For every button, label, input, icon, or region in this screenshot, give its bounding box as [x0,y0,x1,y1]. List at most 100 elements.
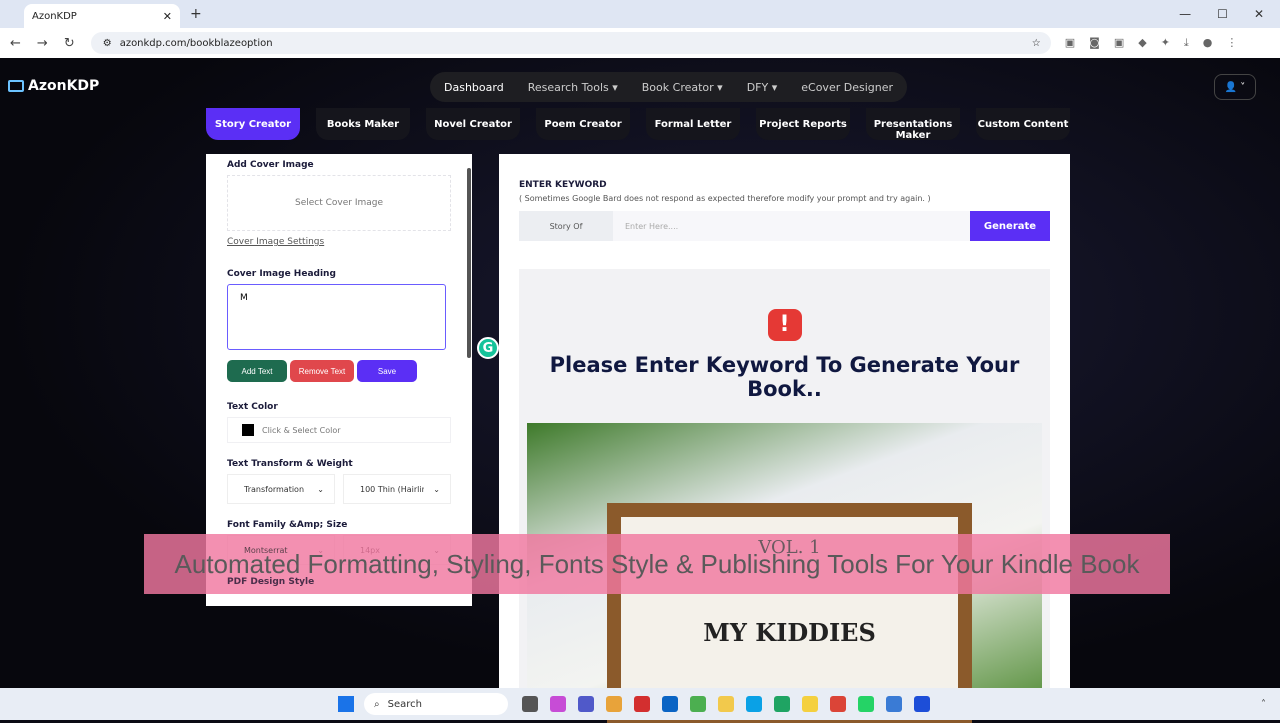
metamask-icon[interactable]: ◆ [1138,36,1146,50]
store-icon[interactable] [606,696,622,712]
site-info-icon[interactable]: ⚙ [103,38,112,49]
color-placeholder: Click & Select Color [262,425,341,435]
save-button[interactable]: Save [357,360,417,382]
transform-label: Text Transform & Weight [227,459,353,469]
logo[interactable]: AzonKDP [8,78,99,94]
explorer-icon[interactable] [718,696,734,712]
search-label: Search [387,698,422,710]
address-bar-row: ← → ↻ ⚙ azonkdp.com/bookblazeoption ☆ ▣ ◙ ▣ ◆ ✦ ⤓… [0,28,1280,58]
keyword-label: ENTER KEYWORD [519,180,607,190]
category-books-maker[interactable]: Books Maker [316,108,410,140]
cover-settings-panel: Add Cover Image Select Cover Image Cover… [206,154,472,606]
font-size-select[interactable]: 14px ⌄ [343,535,451,565]
nav-research-tools[interactable]: Research Tools ▾ [528,81,618,94]
category-project-reports[interactable]: Project Reports [756,108,850,140]
forward-icon[interactable]: → [37,36,48,51]
remove-text-button[interactable]: Remove Text [290,360,354,382]
nav-ecover-designer[interactable]: eCover Designer [801,81,893,94]
transform-select[interactable]: Transformation ⌄ [227,474,335,504]
close-tab-icon[interactable]: ✕ [163,10,172,23]
chrome-icon[interactable] [690,696,706,712]
color-swatch [242,424,254,436]
category-presentations-maker[interactable]: Presentations Maker [866,108,960,141]
generator-panel: ENTER KEYWORD ( Sometimes Google Bard do… [499,154,1070,723]
notepad-icon[interactable] [886,696,902,712]
browser-tab-bar: AzonKDP ✕ + — ☐ ✕ [0,0,1280,28]
color-picker[interactable]: Click & Select Color [227,417,451,443]
warning-icon: ! [767,309,802,341]
weight-select[interactable]: 100 Thin (Hairline) ⌄ [343,474,451,504]
grammarly-icon[interactable]: G [477,337,499,359]
category-tabs: Story Creator Books Maker Novel Creator … [206,108,1070,141]
taskbar: ⌕ Search ˄ [0,688,1280,720]
category-poem-creator[interactable]: Poem Creator [536,108,630,140]
new-tab-icon[interactable]: + [190,6,202,22]
tray-chevron-icon[interactable]: ˄ [1261,699,1266,710]
cover-image-settings-link[interactable]: Cover Image Settings [227,237,451,247]
chevron-down-icon: ⌄ [433,545,440,555]
font-value: Montserrat [244,545,288,555]
back-icon[interactable]: ← [10,36,21,51]
keyword-note: ( Sometimes Google Bard does not respond… [519,194,931,203]
chrome-profile-icon[interactable] [830,696,846,712]
camera-icon[interactable]: ◙ [1089,36,1100,50]
maximize-icon[interactable]: ☐ [1217,7,1228,21]
generate-button[interactable]: Generate [970,211,1050,241]
result-area: ! Please Enter Keyword To Generate Your … [519,269,1050,723]
puzzle-icon[interactable]: ✦ [1161,36,1170,50]
keyword-input[interactable]: Enter Here.... [613,211,970,241]
category-formal-letter[interactable]: Formal Letter [646,108,740,140]
nav-dfy[interactable]: DFY ▾ [747,81,778,94]
image-title: MY KIDDIES [703,618,876,647]
category-novel-creator[interactable]: Novel Creator [426,108,520,140]
nav-dashboard[interactable]: Dashboard [444,81,504,94]
app-icon[interactable] [914,696,930,712]
user-menu-button[interactable]: 👤 ˅ [1214,74,1256,100]
category-story-creator[interactable]: Story Creator [206,108,300,140]
main-nav: Dashboard Research Tools ▾ Book Creator … [430,72,907,102]
minimize-icon[interactable]: — [1179,7,1191,21]
close-window-icon[interactable]: ✕ [1254,7,1264,21]
user-icon: 👤 ˅ [1224,81,1246,93]
chevron-down-icon: ⌄ [433,484,440,494]
copilot-icon[interactable] [550,696,566,712]
empty-message: Please Enter Keyword To Generate Your Bo… [549,353,1020,401]
url-text: azonkdp.com/bookblazeoption [119,37,273,49]
site-page: AzonKDP Dashboard Research Tools ▾ Book … [0,58,1280,723]
category-custom-content[interactable]: Custom Content [976,108,1070,140]
transform-value: Transformation [244,484,305,494]
taskview-icon[interactable] [522,696,538,712]
text-color-label: Text Color [227,402,278,412]
panel-scrollbar[interactable] [467,168,471,358]
download-icon[interactable]: ⤓ [1184,36,1189,50]
keyword-prefix: Story Of [519,211,613,241]
url-field[interactable]: ⚙ azonkdp.com/bookblazeoption ☆ [90,32,1051,54]
tab-title: AzonKDP [32,10,77,22]
taskbar-search[interactable]: ⌕ Search [364,693,508,715]
bookmark-star-icon[interactable]: ☆ [1032,38,1041,49]
heading-label: Cover Image Heading [227,269,336,279]
profile-avatar[interactable]: ● [1203,36,1213,50]
nav-book-creator[interactable]: Book Creator ▾ [642,81,723,94]
teams-icon[interactable] [578,696,594,712]
weight-value: 100 Thin (Hairline) [360,484,424,494]
skype-icon[interactable] [746,696,762,712]
extension-icon[interactable]: ▣ [1114,36,1124,50]
reload-icon[interactable]: ↻ [64,36,75,51]
outlook-icon[interactable] [662,696,678,712]
edge-icon[interactable] [774,696,790,712]
sticky-notes-icon[interactable] [802,696,818,712]
image-vol: VOL. 1 [758,537,821,558]
size-value: 14px [360,545,380,555]
pdf-icon[interactable] [634,696,650,712]
menu-icon[interactable]: ⋮ [1226,36,1237,50]
chevron-down-icon: ⌄ [317,545,324,555]
whatsapp-icon[interactable] [858,696,874,712]
windows-start-icon[interactable] [338,696,354,712]
cover-heading-input[interactable]: M [227,284,446,350]
font-family-select[interactable]: Montserrat ⌄ [227,535,335,565]
extension-icon[interactable]: ▣ [1065,36,1075,50]
select-cover-image[interactable]: Select Cover Image [227,175,451,231]
browser-tab[interactable]: AzonKDP ✕ [24,4,180,28]
add-text-button[interactable]: Add Text [227,360,287,382]
